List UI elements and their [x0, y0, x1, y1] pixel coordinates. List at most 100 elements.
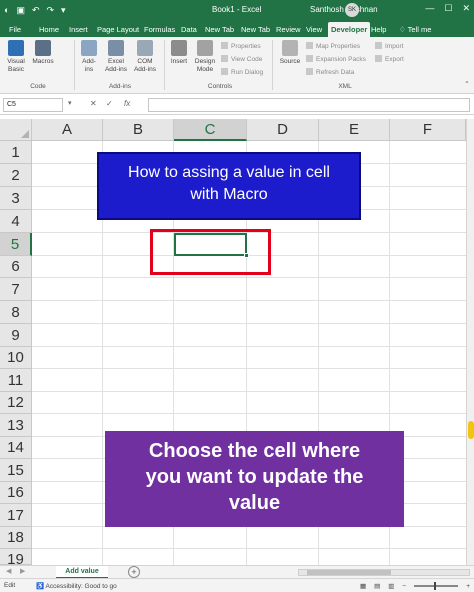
collapse-ribbon-button[interactable]: ⌃: [462, 81, 472, 89]
save-icon[interactable]: ▣: [16, 4, 25, 16]
row-header-13[interactable]: 13: [0, 414, 32, 437]
tab-tell-me[interactable]: ♢ Tell me: [396, 22, 434, 37]
user-name[interactable]: Santhosh Krishnan: [310, 5, 378, 14]
row-header-1[interactable]: 1: [0, 141, 32, 164]
tab-developer[interactable]: Developer: [328, 22, 371, 37]
properties-button[interactable]: Properties: [221, 42, 261, 51]
page-layout-view-icon[interactable]: ▤: [374, 582, 380, 590]
autosave-icon[interactable]: ◐: [4, 4, 9, 16]
run-dialog-button[interactable]: Run Dialog: [221, 68, 263, 77]
row-header-15[interactable]: 15: [0, 459, 32, 482]
map-properties-icon: [306, 42, 313, 49]
name-box[interactable]: C5: [3, 98, 63, 112]
prev-sheet-icon[interactable]: ◀: [6, 567, 11, 575]
tab-page-layout[interactable]: Page Layout: [94, 22, 142, 37]
tab-view[interactable]: View: [303, 22, 325, 37]
row-header-16[interactable]: 16: [0, 482, 32, 504]
worksheet-grid[interactable]: A B C D E F 1 2 3 4 5 6 7 8 9 10 11 12 1…: [0, 119, 466, 565]
excel-add-ins-button[interactable]: Excel Add-ins: [103, 40, 129, 74]
map-properties-label: Map Properties: [316, 43, 361, 50]
tab-review[interactable]: Review: [273, 22, 304, 37]
insert-control-button[interactable]: Insert: [168, 40, 190, 66]
row-header-11[interactable]: 11: [0, 369, 32, 392]
design-mode-label: Design Mode: [194, 58, 216, 73]
formula-input[interactable]: [148, 98, 470, 112]
tab-home[interactable]: Home: [36, 22, 62, 37]
add-sheet-button[interactable]: +: [128, 566, 140, 578]
import-button[interactable]: Import: [375, 42, 403, 51]
zoom-in-icon[interactable]: +: [466, 583, 470, 590]
accessibility-status[interactable]: ♿ Accessibility: Good to go: [36, 582, 117, 590]
refresh-data-button[interactable]: Refresh Data: [306, 68, 354, 77]
row-header-10[interactable]: 10: [0, 347, 32, 369]
row-header-8[interactable]: 8: [0, 301, 32, 324]
com-add-ins-button[interactable]: COM Add-ins: [132, 40, 158, 74]
row-header-2[interactable]: 2: [0, 164, 32, 187]
expansion-packs-label: Expansion Packs: [316, 56, 366, 63]
undo-icon[interactable]: ↶: [32, 4, 40, 16]
normal-view-icon[interactable]: ▦: [360, 582, 366, 590]
zoom-slider[interactable]: [414, 582, 459, 590]
cancel-button[interactable]: ✕: [90, 99, 97, 108]
insert-function-button[interactable]: fx: [124, 99, 130, 108]
column-header-f[interactable]: F: [390, 119, 466, 141]
avatar[interactable]: SK: [345, 3, 359, 17]
tab-new-tab-1[interactable]: New Tab: [202, 22, 237, 37]
view-code-button[interactable]: View Code: [221, 55, 262, 64]
title-banner: How to assing a value in cell with Macro: [97, 152, 361, 220]
column-header-e[interactable]: E: [319, 119, 390, 141]
group-label-add-ins: Add-ins: [108, 83, 132, 90]
tab-data[interactable]: Data: [178, 22, 200, 37]
name-box-dropdown-icon[interactable]: ▾: [68, 99, 72, 107]
source-button[interactable]: Source: [277, 40, 303, 66]
row-header-12[interactable]: 12: [0, 392, 32, 414]
tab-insert[interactable]: Insert: [66, 22, 91, 37]
gridline: [32, 391, 466, 392]
customize-icon[interactable]: ▾: [61, 4, 66, 16]
next-sheet-icon[interactable]: ▶: [20, 567, 25, 575]
redo-icon[interactable]: ↷: [47, 4, 55, 16]
macros-button[interactable]: Macros: [30, 40, 56, 66]
maximize-button[interactable]: ☐: [444, 3, 452, 14]
export-button[interactable]: Export: [375, 55, 404, 64]
visual-basic-button[interactable]: Visual Basic: [4, 40, 28, 74]
close-button[interactable]: ✕: [462, 3, 470, 14]
tell-me-label: Tell me: [407, 25, 432, 34]
title-banner-line-1: How to assing a value in cell: [128, 164, 330, 181]
row-header-18[interactable]: 18: [0, 527, 32, 549]
select-all-button[interactable]: [0, 119, 32, 141]
row-header-19[interactable]: 19: [0, 549, 32, 565]
vertical-scroll-thumb[interactable]: [468, 421, 474, 439]
tab-formulas[interactable]: Formulas: [141, 22, 178, 37]
page-break-view-icon[interactable]: ▥: [388, 582, 394, 590]
minimize-button[interactable]: —: [425, 3, 434, 14]
expansion-packs-icon: [306, 55, 313, 62]
add-ins-label: Add-ins: [82, 58, 96, 73]
row-header-3[interactable]: 3: [0, 187, 32, 210]
horizontal-scroll-thumb[interactable]: [307, 570, 391, 575]
hint-banner-line-3: value: [228, 492, 281, 514]
row-header-7[interactable]: 7: [0, 278, 32, 301]
row-header-6[interactable]: 6: [0, 256, 32, 278]
map-properties-button[interactable]: Map Properties: [306, 42, 360, 51]
row-header-14[interactable]: 14: [0, 437, 32, 459]
tab-help[interactable]: Help: [368, 22, 389, 37]
expansion-packs-button[interactable]: Expansion Packs: [306, 55, 366, 64]
column-header-d[interactable]: D: [247, 119, 319, 141]
horizontal-scrollbar[interactable]: [298, 569, 470, 576]
column-header-b[interactable]: B: [103, 119, 174, 141]
row-header-5[interactable]: 5: [0, 233, 32, 256]
row-header-9[interactable]: 9: [0, 324, 32, 347]
design-mode-button[interactable]: Design Mode: [192, 40, 218, 74]
highlight-box: [150, 229, 271, 275]
column-header-a[interactable]: A: [32, 119, 103, 141]
vertical-scrollbar[interactable]: [466, 119, 474, 565]
enter-button[interactable]: ✓: [106, 99, 113, 108]
tab-new-tab-2[interactable]: New Tab: [238, 22, 273, 37]
row-header-17[interactable]: 17: [0, 504, 32, 527]
add-ins-button[interactable]: Add-ins: [78, 40, 100, 74]
row-header-4[interactable]: 4: [0, 210, 32, 233]
tab-file[interactable]: File: [6, 22, 24, 37]
column-header-c[interactable]: C: [174, 119, 247, 141]
zoom-out-icon[interactable]: −: [402, 583, 406, 590]
